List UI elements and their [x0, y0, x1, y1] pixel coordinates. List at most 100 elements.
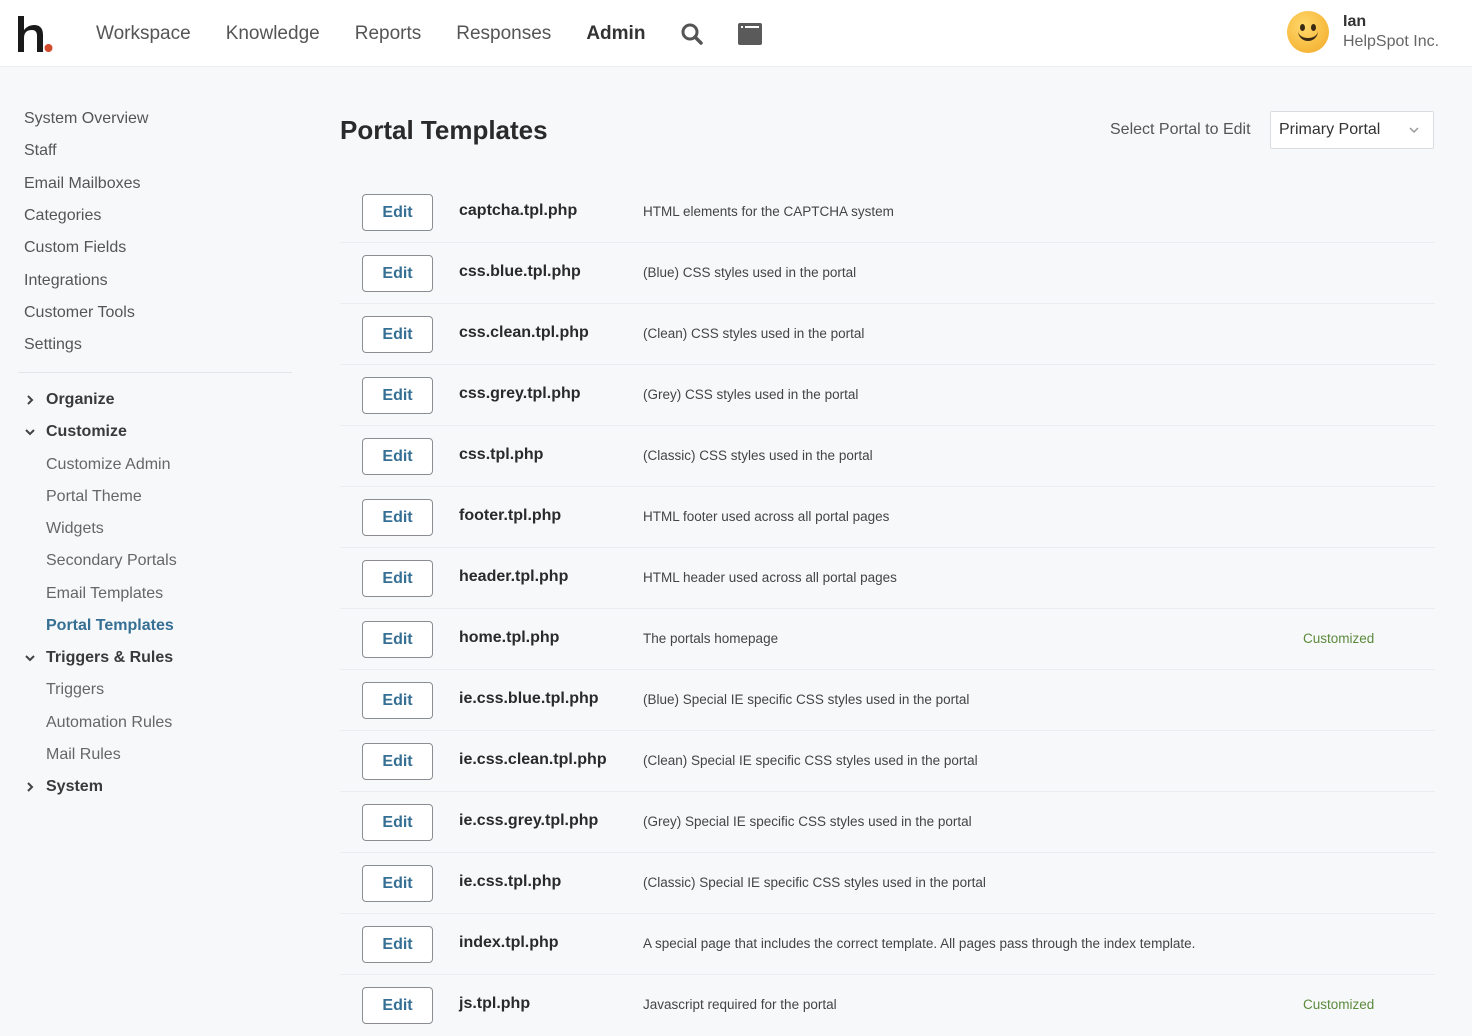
top-navigation-bar: Workspace Knowledge Reports Responses Ad… [0, 0, 1472, 67]
edit-button-label: Edit [382, 508, 413, 526]
sidebar-item-email-mailboxes[interactable]: Email Mailboxes [24, 173, 140, 195]
table-row: Edit js.tpl.php Javascript required for … [340, 975, 1435, 1036]
sidebar-item-customer-tools[interactable]: Customer Tools [24, 302, 135, 324]
chevron-down-icon [1409, 112, 1419, 162]
edit-button-label: Edit [382, 752, 413, 770]
template-filename: footer.tpl.php [459, 507, 562, 524]
edit-button[interactable]: Edit [362, 865, 433, 902]
search-icon[interactable] [680, 22, 704, 46]
edit-button-label: Edit [382, 569, 413, 587]
sidebar-item-widgets[interactable]: Widgets [46, 518, 104, 540]
sidebar-group-customize[interactable]: Customize [22, 421, 127, 443]
template-filename: ie.css.clean.tpl.php [459, 751, 607, 768]
sidebar-group-organize[interactable]: Organize [22, 389, 114, 411]
portal-select-dropdown[interactable]: Primary Portal [1270, 111, 1434, 149]
chevron-down-icon [22, 427, 38, 437]
sidebar-group-label: Organize [46, 391, 115, 408]
sidebar-group-triggers-rules[interactable]: Triggers & Rules [22, 647, 173, 669]
table-row: Edit ie.css.blue.tpl.php (Blue) Special … [340, 670, 1435, 731]
edit-button-label: Edit [382, 203, 413, 221]
edit-button[interactable]: Edit [362, 743, 433, 780]
chevron-right-icon [22, 395, 38, 405]
sidebar-item-categories[interactable]: Categories [24, 205, 101, 227]
template-filename: captcha.tpl.php [459, 202, 578, 219]
nav-knowledge[interactable]: Knowledge [226, 23, 320, 45]
template-filename: ie.css.tpl.php [459, 873, 562, 890]
sidebar-item-portal-theme[interactable]: Portal Theme [46, 486, 142, 508]
table-row: Edit home.tpl.php The portals homepage C… [340, 609, 1435, 670]
sidebar-item-mail-rules[interactable]: Mail Rules [46, 744, 121, 766]
table-row: Edit captcha.tpl.php HTML elements for t… [340, 182, 1435, 243]
template-filename: css.grey.tpl.php [459, 385, 581, 402]
nav-workspace[interactable]: Workspace [96, 23, 191, 45]
edit-button-label: Edit [382, 691, 413, 709]
edit-button-label: Edit [382, 874, 413, 892]
edit-button[interactable]: Edit [362, 804, 433, 841]
sidebar-item-secondary-portals[interactable]: Secondary Portals [46, 550, 177, 572]
table-row: Edit ie.css.clean.tpl.php (Clean) Specia… [340, 731, 1435, 792]
edit-button[interactable]: Edit [362, 316, 433, 353]
template-description: (Clean) Special IE specific CSS styles u… [643, 753, 978, 768]
templates-table: Edit captcha.tpl.php HTML elements for t… [340, 182, 1435, 1036]
user-name: Ian [1343, 13, 1367, 30]
template-description: (Clean) CSS styles used in the portal [643, 326, 865, 341]
edit-button[interactable]: Edit [362, 194, 433, 231]
sidebar-group-label: Customize [46, 423, 127, 440]
template-description: HTML elements for the CAPTCHA system [643, 204, 894, 219]
sidebar-item-system-overview[interactable]: System Overview [24, 108, 148, 130]
sidebar-group-system[interactable]: System [22, 776, 103, 798]
template-description: HTML footer used across all portal pages [643, 509, 890, 524]
nav-responses[interactable]: Responses [456, 23, 551, 45]
user-menu[interactable]: Ian HelpSpot Inc. [1287, 11, 1439, 53]
edit-button[interactable]: Edit [362, 621, 433, 658]
sidebar-item-automation-rules[interactable]: Automation Rules [46, 712, 172, 734]
sidebar-item-integrations[interactable]: Integrations [24, 270, 108, 292]
sidebar-item-portal-templates[interactable]: Portal Templates [46, 615, 174, 637]
sidebar-item-triggers[interactable]: Triggers [46, 679, 104, 701]
template-description: (Blue) Special IE specific CSS styles us… [643, 692, 970, 707]
sidebar-item-email-templates[interactable]: Email Templates [46, 583, 163, 605]
portal-select-label: Select Portal to Edit [1110, 121, 1251, 138]
table-row: Edit footer.tpl.php HTML footer used acr… [340, 487, 1435, 548]
template-filename: css.clean.tpl.php [459, 324, 589, 341]
edit-button[interactable]: Edit [362, 377, 433, 414]
user-organization: HelpSpot Inc. [1343, 33, 1440, 50]
edit-button[interactable]: Edit [362, 438, 433, 475]
sidebar-divider [18, 372, 292, 373]
page-title: Portal Templates [340, 115, 548, 145]
template-filename: js.tpl.php [459, 995, 531, 1012]
table-row: Edit ie.css.grey.tpl.php (Grey) Special … [340, 792, 1435, 853]
sidebar-item-customize-admin[interactable]: Customize Admin [46, 454, 171, 476]
sidebar-item-staff[interactable]: Staff [24, 140, 57, 162]
template-filename: index.tpl.php [459, 934, 559, 951]
edit-button[interactable]: Edit [362, 682, 433, 719]
edit-button[interactable]: Edit [362, 560, 433, 597]
template-description: Javascript required for the portal [643, 997, 837, 1012]
table-row: Edit css.grey.tpl.php (Grey) CSS styles … [340, 365, 1435, 426]
edit-button[interactable]: Edit [362, 255, 433, 292]
sidebar-item-custom-fields[interactable]: Custom Fields [24, 237, 126, 259]
edit-button[interactable]: Edit [362, 987, 433, 1024]
edit-button[interactable]: Edit [362, 926, 433, 963]
edit-button-label: Edit [382, 264, 413, 282]
template-filename: header.tpl.php [459, 568, 569, 585]
chevron-down-icon [22, 653, 38, 663]
avatar [1287, 11, 1329, 53]
table-row: Edit css.clean.tpl.php (Clean) CSS style… [340, 304, 1435, 365]
table-row: Edit index.tpl.php A special page that i… [340, 914, 1435, 975]
template-filename: home.tpl.php [459, 629, 560, 646]
template-description: The portals homepage [643, 631, 779, 646]
template-filename: ie.css.grey.tpl.php [459, 812, 599, 829]
window-icon[interactable] [738, 22, 763, 45]
sidebar-group-label: Triggers & Rules [46, 649, 174, 666]
edit-button-label: Edit [382, 386, 413, 404]
table-row: Edit header.tpl.php HTML header used acr… [340, 548, 1435, 609]
nav-admin[interactable]: Admin [586, 23, 645, 45]
nav-reports[interactable]: Reports [355, 23, 422, 45]
edit-button-label: Edit [382, 630, 413, 648]
template-description: HTML header used across all portal pages [643, 570, 897, 585]
helpspot-logo[interactable] [14, 14, 58, 54]
sidebar-item-settings[interactable]: Settings [24, 334, 82, 356]
table-row: Edit ie.css.tpl.php (Classic) Special IE… [340, 853, 1435, 914]
edit-button[interactable]: Edit [362, 499, 433, 536]
